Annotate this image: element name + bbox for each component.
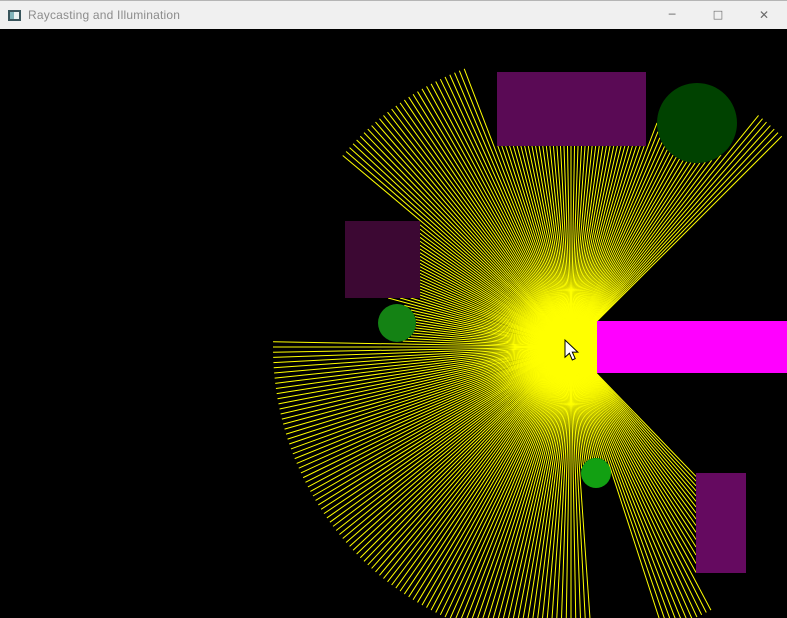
app-icon [8,9,21,21]
purple-square-left [345,221,420,298]
green-circle-bottom [581,458,611,488]
close-button[interactable]: ✕ [741,1,787,29]
green-circle-left [378,304,416,342]
app-window: Raycasting and Illumination ─ □ ✕ [0,0,787,618]
raycast-scene[interactable] [0,29,787,618]
titlebar: Raycasting and Illumination ─ □ ✕ [0,0,787,29]
light-ray [570,161,688,348]
light-ray [570,128,775,348]
purple-rect-bottom-right [696,473,746,573]
window-controls: ─ □ ✕ [649,1,787,29]
light-ray [412,346,572,600]
minimize-button[interactable]: ─ [649,1,695,29]
dark-green-circle-top [657,83,737,163]
light-ray [570,346,697,533]
window-title: Raycasting and Illumination [28,8,181,22]
maximize-button[interactable]: □ [695,1,741,29]
light-ray [570,346,697,548]
raycast-viewport[interactable] [0,29,787,618]
light-ray [318,346,572,506]
magenta-rect-right [597,321,787,373]
light-ray [570,162,696,348]
purple-rect-top [497,72,646,146]
